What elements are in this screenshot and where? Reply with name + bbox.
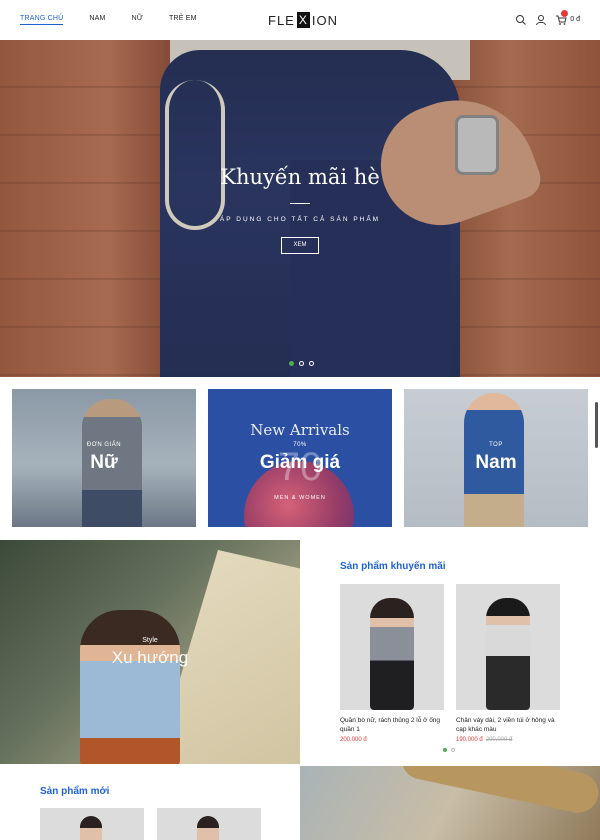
hero-slider-dots xyxy=(289,361,314,366)
promo-dot-2[interactable] xyxy=(451,748,455,752)
category-sale-label: Giảm giá xyxy=(259,452,341,473)
product-price-old: 200,000 đ xyxy=(485,737,513,743)
cart-total: 0 đ xyxy=(570,15,580,23)
new-product-image[interactable] xyxy=(40,808,144,840)
new-product-image[interactable] xyxy=(157,808,261,840)
product-image[interactable] xyxy=(456,584,560,710)
header-actions: 0 đ xyxy=(515,10,580,26)
hero-title: Khuyến mãi hè xyxy=(220,165,380,189)
category-sale-tag: 70% xyxy=(293,442,307,448)
category-men-label: Nam xyxy=(475,452,517,473)
category-women-tag: ĐƠN GIẢN xyxy=(86,442,122,448)
product-name[interactable]: Quần bò nữ, rách thủng 2 lỗ ở ống quần 1 xyxy=(340,716,444,734)
product-price: 190,000 đ 200,000 đ xyxy=(456,737,560,743)
nav-kids[interactable]: TRẺ EM xyxy=(169,15,197,25)
trend-tag: Style xyxy=(142,637,158,644)
site-header: TRANG CHỦ NAM NỮ TRẺ EM FLE X ION 0 đ xyxy=(0,0,600,40)
product-image[interactable] xyxy=(340,584,444,710)
trend-label: Xu hướng xyxy=(111,648,189,667)
category-men[interactable]: TOP Nam xyxy=(404,389,588,527)
new-products-title: Sản phẩm mới xyxy=(40,786,110,797)
logo-text-left: FLE xyxy=(268,12,295,28)
bottom-banner-image[interactable] xyxy=(300,766,600,840)
category-women-label: Nữ xyxy=(90,452,118,473)
category-sale-sub: MEN & WOMEN xyxy=(274,495,326,501)
slider-dot-1[interactable] xyxy=(289,361,294,366)
category-men-tag: TOP xyxy=(489,442,503,448)
product-name[interactable]: Chân váy dài, 2 viền túi ở hông và cạp k… xyxy=(456,716,560,734)
nav-men[interactable]: NAM xyxy=(89,15,105,25)
promo-dot-1[interactable] xyxy=(443,748,447,752)
slider-dot-2[interactable] xyxy=(299,361,304,366)
cart-icon xyxy=(555,10,569,25)
product-card[interactable]: Chân váy dài, 2 viền túi ở hông và cạp k… xyxy=(456,584,560,743)
category-sale[interactable]: New Arrivals 70 70% Giảm giá MEN & WOMEN xyxy=(208,389,392,527)
logo-text-right: ION xyxy=(311,12,338,28)
search-icon[interactable] xyxy=(515,13,527,25)
promo-section-title: Sản phẩm khuyến mãi xyxy=(340,561,446,572)
main-nav: TRANG CHỦ NAM NỮ TRẺ EM xyxy=(20,15,223,25)
hero-view-button[interactable]: XEM xyxy=(281,237,319,254)
category-women[interactable]: ĐƠN GIẢN Nữ xyxy=(12,389,196,527)
user-icon[interactable] xyxy=(535,13,547,26)
new-arrivals-heading: New Arrivals xyxy=(250,421,350,439)
nav-women[interactable]: NỮ xyxy=(132,15,143,25)
nav-home[interactable]: TRANG CHỦ xyxy=(20,15,64,25)
promo-pagination xyxy=(443,748,455,752)
product-price-current: 200,000 đ xyxy=(340,737,367,743)
product-card[interactable]: Quần bò nữ, rách thủng 2 lỗ ở ống quần 1… xyxy=(340,584,444,743)
logo-mark: X xyxy=(296,12,310,28)
product-price: 200,000 đ xyxy=(340,737,444,743)
product-price-current: 190,000 đ xyxy=(456,737,483,743)
cart-button[interactable]: 0 đ xyxy=(555,10,580,25)
hero-subtitle: ÁP DỤNG CHO TẤT CẢ SẢN PHẨM xyxy=(219,216,381,223)
site-logo[interactable]: FLE X ION xyxy=(268,11,338,29)
hero-divider xyxy=(290,203,310,204)
slider-dot-3[interactable] xyxy=(309,361,314,366)
page-scrollbar[interactable] xyxy=(595,402,598,448)
